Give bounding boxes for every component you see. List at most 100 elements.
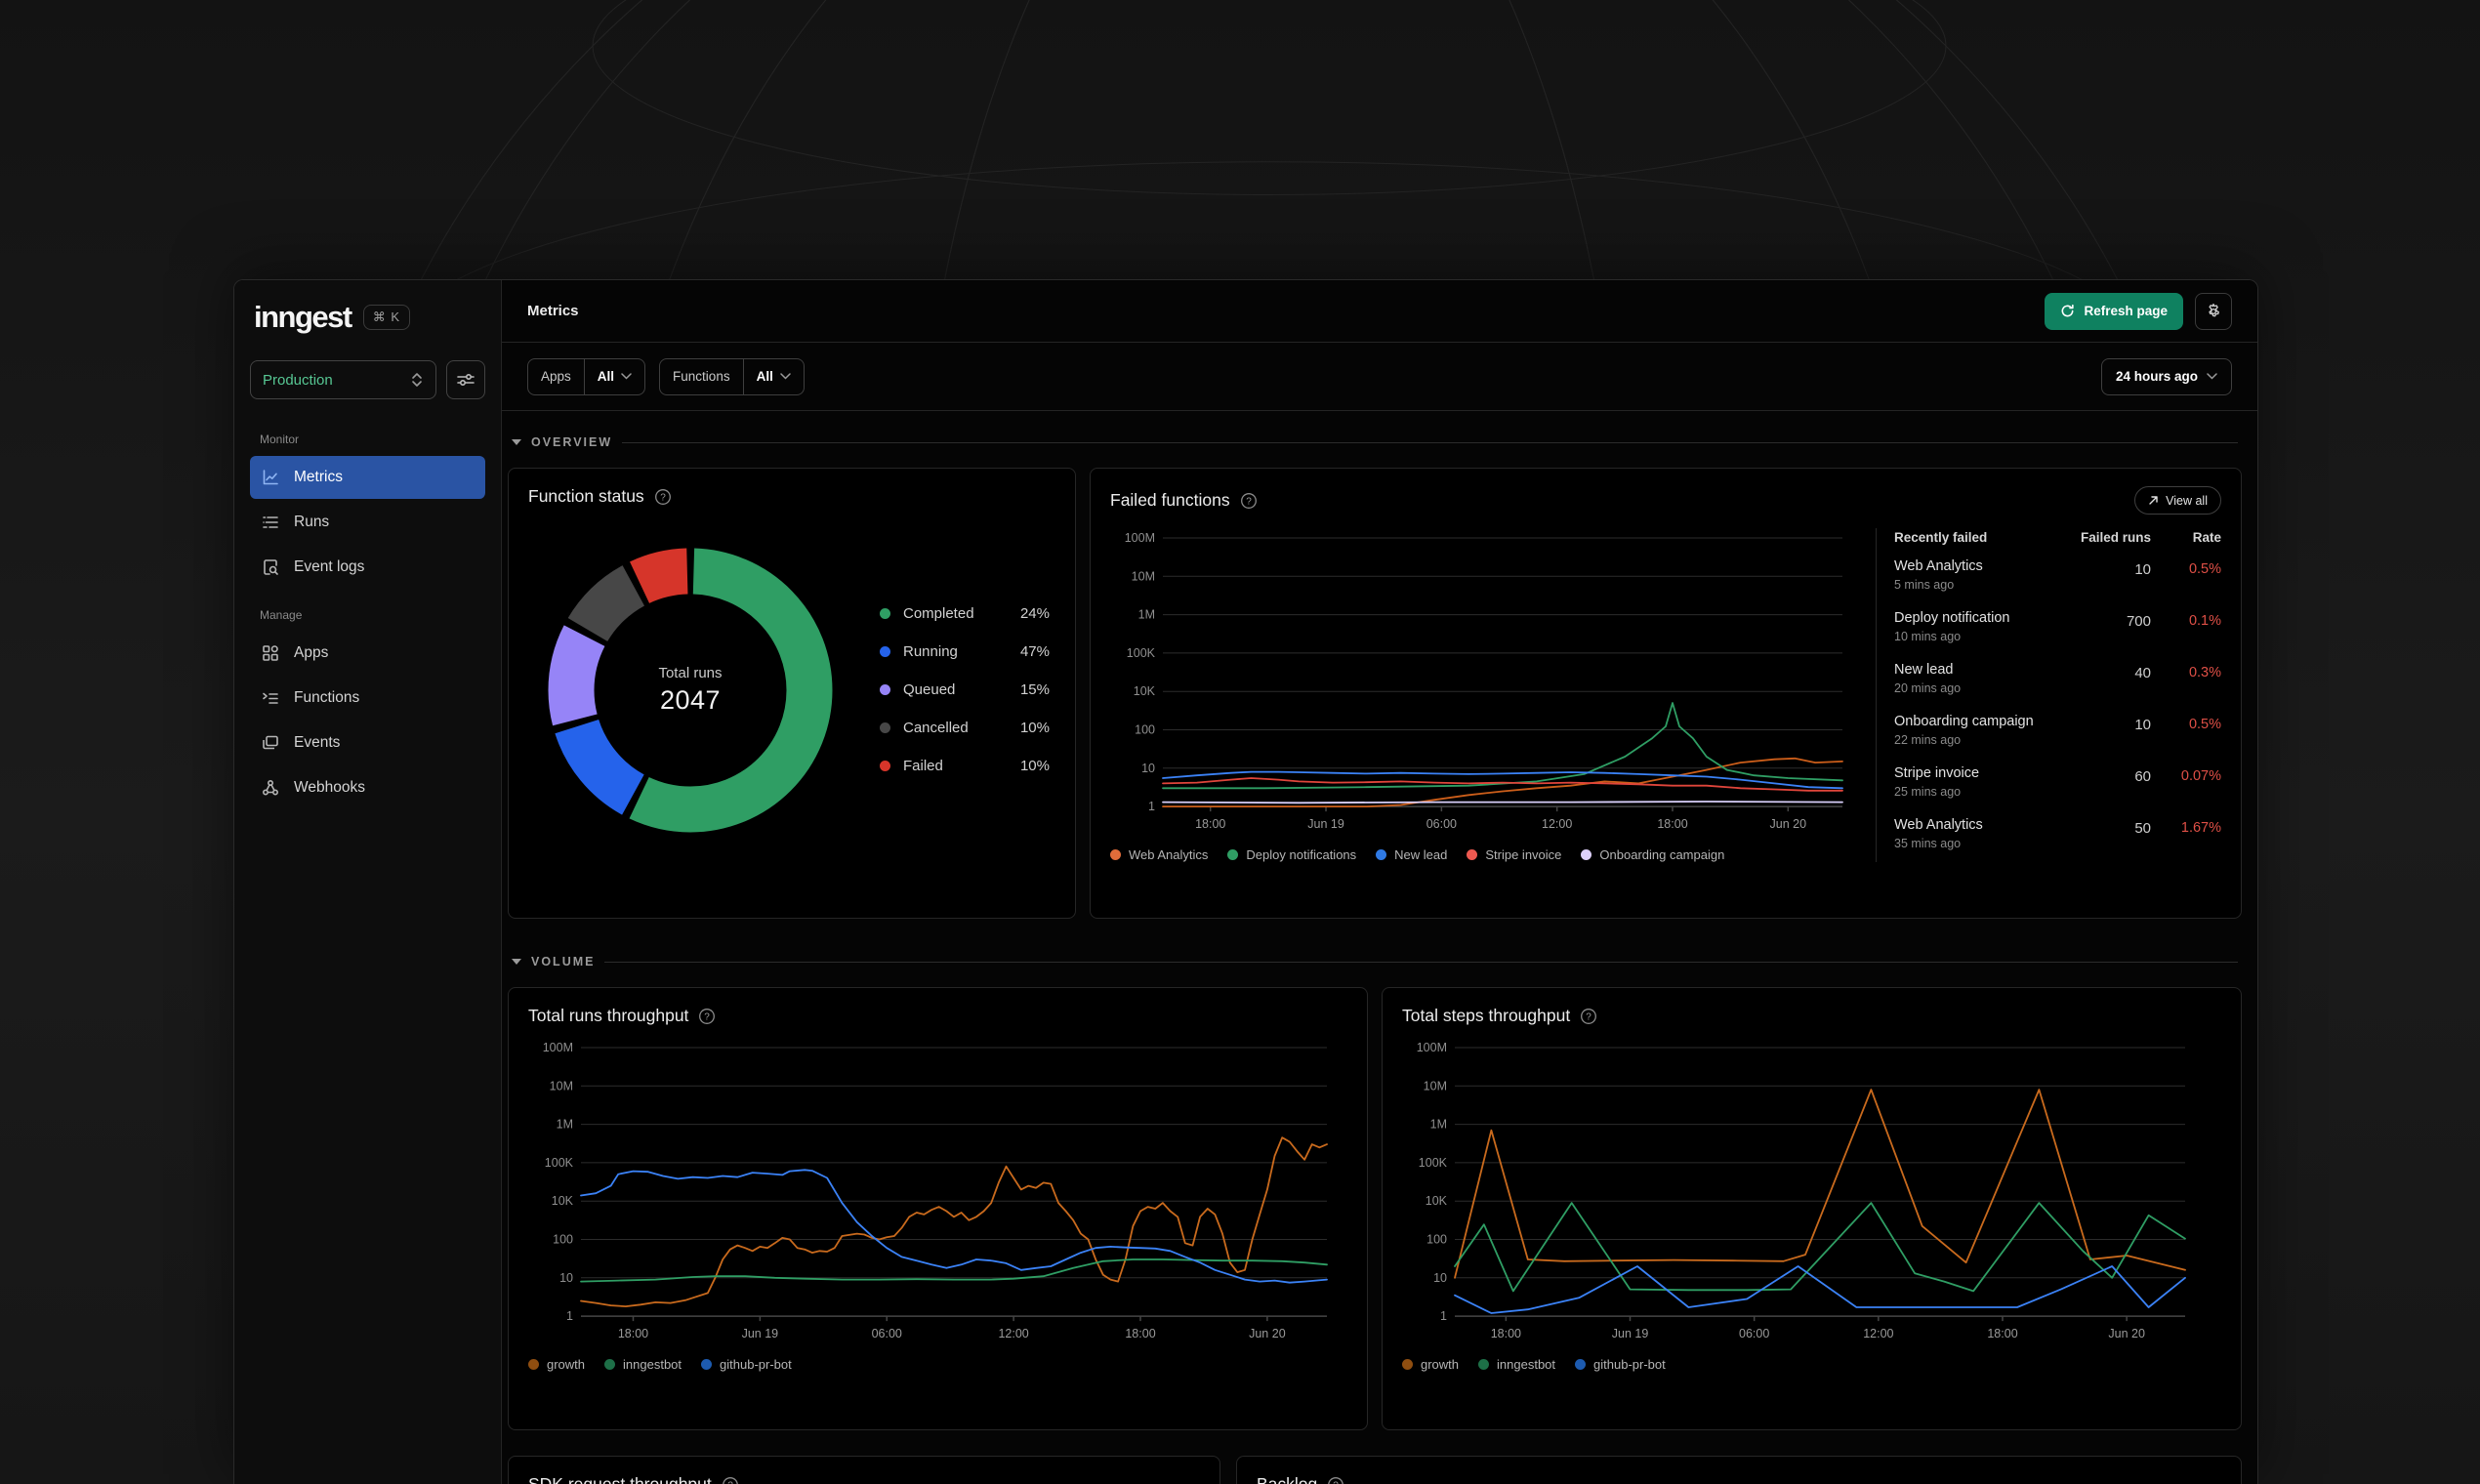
- svg-text:?: ?: [1586, 1011, 1591, 1022]
- sidebar-item-metrics[interactable]: Metrics: [250, 456, 485, 499]
- failed-function-row[interactable]: Deploy notification 10 mins ago 700 0.1%: [1894, 600, 2221, 652]
- legend-dot: [528, 1359, 539, 1371]
- legend-label: Queued: [903, 681, 956, 698]
- legend-dot: [1110, 849, 1121, 861]
- failed-time-ago: 35 mins ago: [1894, 837, 1962, 850]
- sidebar-item-event-logs[interactable]: Event logs: [250, 546, 485, 589]
- failed-runs-count: 40: [2134, 665, 2151, 681]
- updown-chevron-icon: [410, 372, 424, 388]
- svg-text:100K: 100K: [1127, 646, 1156, 660]
- chevron-down-icon: [780, 373, 791, 380]
- sidebar-item-label: Events: [294, 734, 341, 751]
- legend-dot: [604, 1359, 616, 1371]
- legend-value: 24%: [1019, 605, 1050, 622]
- legend-item: Stripe invoice: [1467, 847, 1561, 862]
- volume-section-header[interactable]: VOLUME: [512, 948, 2238, 975]
- recently-failed-table: Recently failed Failed runs Rate Web Ana…: [1894, 528, 2221, 862]
- event-logs-icon: [260, 557, 281, 577]
- svg-text:100M: 100M: [1125, 531, 1155, 545]
- svg-text:?: ?: [705, 1011, 711, 1022]
- time-range-select[interactable]: 24 hours ago: [2100, 357, 2232, 395]
- runs-icon: [260, 513, 281, 532]
- card-title: Backlog: [1257, 1474, 1318, 1484]
- functions-filter[interactable]: Functions All: [659, 357, 805, 395]
- card-title: Failed functions: [1110, 490, 1230, 510]
- webhooks-icon: [260, 778, 281, 798]
- total-steps-chart-legend: growth inngestbot github-pr-bot: [1402, 1357, 2221, 1372]
- legend-item: growth: [528, 1357, 585, 1372]
- apps-filter[interactable]: Apps All: [527, 357, 646, 395]
- gear-icon: [2205, 303, 2222, 320]
- legend-dot: [1227, 849, 1239, 861]
- svg-text:?: ?: [1246, 496, 1252, 507]
- svg-text:100M: 100M: [543, 1041, 573, 1054]
- failed-function-row[interactable]: Web Analytics 5 mins ago 10 0.5%: [1894, 549, 2221, 600]
- failed-functions-chart: 100M 10M 1M 100K 10K 100 10 1 18:00 Jun 19 06:00 12…: [1110, 528, 1858, 862]
- legend-dot: [880, 722, 890, 733]
- top-bar: Metrics Refresh page: [502, 280, 2257, 343]
- environment-select[interactable]: Production: [250, 360, 436, 399]
- help-icon[interactable]: ?: [1240, 492, 1258, 510]
- view-all-button[interactable]: View all: [2134, 486, 2221, 515]
- sidebar-item-label: Metrics: [294, 469, 343, 485]
- nav-section-label: Monitor: [260, 433, 300, 446]
- failed-function-row[interactable]: New lead 20 mins ago 40 0.3%: [1894, 652, 2221, 704]
- svg-text:10M: 10M: [550, 1079, 573, 1092]
- svg-text:10M: 10M: [1424, 1079, 1447, 1092]
- collapse-chevron-icon: [512, 959, 521, 965]
- refresh-page-button[interactable]: Refresh page: [2045, 292, 2183, 330]
- svg-text:10K: 10K: [1134, 684, 1156, 698]
- svg-text:10: 10: [1433, 1271, 1447, 1285]
- sidebar-item-runs[interactable]: Runs: [250, 501, 485, 544]
- svg-text:?: ?: [1333, 1480, 1339, 1484]
- card-title: Function status: [528, 486, 644, 506]
- legend-label: inngestbot: [623, 1357, 682, 1373]
- failed-function-row[interactable]: Stripe invoice 25 mins ago 60 0.07%: [1894, 756, 2221, 807]
- app-window: inngest ⌘ K Production Monitor Metrics Run…: [233, 279, 2258, 1484]
- section-divider: [622, 441, 2238, 443]
- function-name: Web Analytics: [1894, 817, 1983, 833]
- overview-section-header[interactable]: OVERVIEW: [512, 429, 2238, 456]
- legend-dot: [880, 646, 890, 657]
- arrow-up-right-icon: [2148, 495, 2159, 506]
- column-header: Failed runs: [2080, 530, 2151, 545]
- svg-text:06:00: 06:00: [1739, 1327, 1769, 1340]
- svg-text:10: 10: [1141, 762, 1155, 775]
- legend-label: Onboarding campaign: [1599, 847, 1725, 863]
- svg-text:1M: 1M: [1138, 608, 1155, 622]
- command-k-shortcut-badge[interactable]: ⌘ K: [362, 305, 411, 330]
- sidebar-item-label: Functions: [294, 689, 360, 706]
- status-legend-row: Failed 10%: [880, 758, 1050, 774]
- help-icon[interactable]: ?: [1580, 1008, 1597, 1025]
- column-header: Recently failed: [1894, 530, 1988, 545]
- help-icon[interactable]: ?: [654, 488, 672, 506]
- sidebar-item-webhooks[interactable]: Webhooks: [250, 766, 485, 809]
- total-steps-chart: 100M 10M 1M 100K 10K 100 10 1 18:00 Jun 19 06:00 12…: [1402, 1038, 2221, 1372]
- failed-functions-chart-legend: Web Analytics Deploy notifications New lea…: [1110, 847, 1858, 862]
- content-area: OVERVIEW Function status ? Total runs 20…: [502, 411, 2257, 1484]
- metrics-icon: [260, 468, 281, 487]
- help-icon[interactable]: ?: [698, 1008, 716, 1025]
- legend-item: Onboarding campaign: [1581, 847, 1724, 862]
- sidebar-item-functions[interactable]: Functions: [250, 677, 485, 720]
- status-legend-row: Queued 15%: [880, 681, 1050, 698]
- legend-label: Deploy notifications: [1246, 847, 1357, 863]
- failed-function-row[interactable]: Web Analytics 35 mins ago 50 1.67%: [1894, 807, 2221, 859]
- help-icon[interactable]: ?: [722, 1476, 739, 1484]
- sidebar-item-apps[interactable]: Apps: [250, 632, 485, 675]
- refresh-icon: [2060, 304, 2075, 318]
- svg-text:100: 100: [1135, 723, 1155, 737]
- sidebar-nav: Monitor Metrics Runs Event logs Manage Apps Fu…: [250, 433, 485, 809]
- settings-button[interactable]: [2195, 292, 2232, 330]
- apps-filter-label: Apps: [541, 369, 571, 384]
- environment-filter-button[interactable]: [446, 360, 485, 399]
- legend-label: growth: [547, 1357, 586, 1373]
- sidebar-item-events[interactable]: Events: [250, 721, 485, 764]
- help-icon[interactable]: ?: [1327, 1476, 1344, 1484]
- legend-dot: [880, 684, 890, 695]
- failed-function-row[interactable]: Onboarding campaign 22 mins ago 10 0.5%: [1894, 704, 2221, 756]
- status-legend-row: Cancelled 10%: [880, 720, 1050, 736]
- function-name: Onboarding campaign: [1894, 714, 2034, 729]
- chevron-down-icon: [2207, 373, 2217, 380]
- failure-rate: 0.07%: [2180, 768, 2221, 784]
